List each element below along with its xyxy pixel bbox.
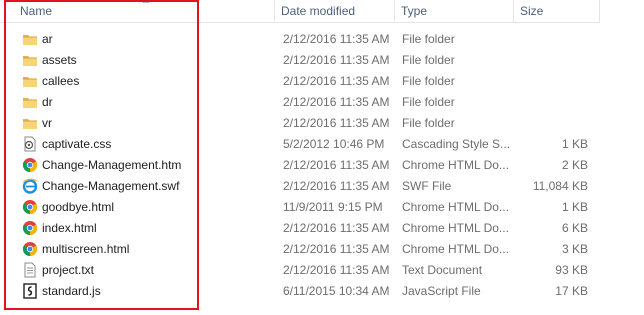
file-name: Change-Management.swf (42, 179, 180, 193)
folder-icon (22, 115, 38, 131)
file-date-modified: 2/12/2016 11:35 AM (283, 53, 390, 67)
file-name: standard.js (42, 284, 101, 298)
folder-icon (22, 52, 38, 68)
file-size (514, 71, 588, 92)
file-name: project.txt (42, 263, 95, 277)
file-type: Cascading Style S... (402, 137, 511, 151)
column-header-size[interactable]: Size (514, 0, 600, 22)
file-size (514, 113, 588, 134)
sort-up-arrow-icon (142, 0, 150, 3)
chrome-icon (22, 199, 38, 215)
file-date-modified: 2/12/2016 11:35 AM (283, 221, 390, 235)
file-size: 2 KB (561, 158, 588, 172)
file-date-modified: 2/12/2016 11:35 AM (283, 158, 390, 172)
file-date-modified: 5/2/2012 10:46 PM (283, 137, 385, 151)
column-header-size-label: Size (520, 4, 544, 18)
file-name: vr (42, 116, 52, 130)
file-type: Text Document (402, 263, 483, 277)
ie-icon (22, 178, 38, 194)
file-name: goodbye.html (42, 200, 115, 214)
js-file-icon (22, 283, 38, 299)
file-name: multiscreen.html (42, 242, 130, 256)
file-type: Chrome HTML Do... (402, 200, 509, 214)
file-row[interactable]: Change-Management.swf 2/12/2016 11:35 AM S… (0, 176, 600, 197)
file-date-modified: 2/12/2016 11:35 AM (283, 263, 390, 277)
file-type: Chrome HTML Do... (402, 242, 509, 256)
file-name: callees (42, 74, 80, 88)
file-size: 6 KB (561, 221, 588, 235)
file-row[interactable]: project.txt 2/12/2016 11:35 AM Text Docume… (0, 260, 600, 281)
file-type: Chrome HTML Do... (402, 221, 509, 235)
file-row[interactable]: standard.js 6/11/2015 10:34 AM JavaScript … (0, 281, 600, 302)
column-header-date-label: Date modified (281, 4, 356, 18)
file-type: File folder (402, 116, 455, 130)
file-date-modified: 2/12/2016 11:35 AM (283, 74, 390, 88)
file-name: captivate.css (42, 137, 112, 151)
file-name: assets (42, 53, 77, 67)
file-date-modified: 2/12/2016 11:35 AM (283, 242, 390, 256)
column-header-type[interactable]: Type (395, 0, 514, 22)
file-row[interactable]: index.html 2/12/2016 11:35 AM Chrome HTML … (0, 218, 600, 239)
chrome-icon (22, 220, 38, 236)
file-row[interactable]: captivate.css 5/2/2012 10:46 PM Cascading … (0, 134, 600, 155)
file-name: dr (42, 95, 53, 109)
file-type: JavaScript File (402, 284, 481, 298)
file-size (514, 29, 588, 50)
column-header-name-label: Name (20, 4, 53, 18)
file-date-modified: 2/12/2016 11:35 AM (283, 32, 390, 46)
file-date-modified: 2/12/2016 11:35 AM (283, 179, 390, 193)
file-row[interactable]: Change-Management.htm 2/12/2016 11:35 AM C… (0, 155, 600, 176)
column-header-bar: Name Date modified Type Size (0, 0, 600, 23)
file-row[interactable]: dr 2/12/2016 11:35 AM File folder (0, 92, 600, 113)
file-date-modified: 6/11/2015 10:34 AM (283, 284, 390, 298)
file-row[interactable]: ar 2/12/2016 11:35 AM File folder (0, 29, 600, 50)
file-row[interactable]: assets 2/12/2016 11:35 AM File folder (0, 50, 600, 71)
folder-icon (22, 73, 38, 89)
file-type: File folder (402, 74, 455, 88)
file-type: File folder (402, 53, 455, 67)
file-type: File folder (402, 95, 455, 109)
file-row[interactable]: goodbye.html 11/9/2011 9:15 PM Chrome HTML… (0, 197, 600, 218)
chrome-icon (22, 241, 38, 257)
folder-icon (22, 31, 38, 47)
file-size: 11,084 KB (532, 179, 588, 193)
file-size (514, 50, 588, 71)
file-name: Change-Management.htm (42, 158, 182, 172)
file-name: index.html (42, 221, 97, 235)
file-size (514, 92, 588, 113)
file-list: ar 2/12/2016 11:35 AM File folder assets 2/1… (0, 29, 600, 302)
file-type: Chrome HTML Do... (402, 158, 509, 172)
file-date-modified: 2/12/2016 11:35 AM (283, 116, 390, 130)
column-header-name[interactable]: Name (0, 0, 275, 22)
file-size: 1 KB (561, 200, 588, 214)
text-file-icon (22, 262, 38, 278)
file-size: 3 KB (561, 242, 588, 256)
file-size: 1 KB (561, 137, 588, 151)
file-date-modified: 2/12/2016 11:35 AM (283, 95, 390, 109)
file-date-modified: 11/9/2011 9:15 PM (283, 200, 383, 214)
file-row[interactable]: callees 2/12/2016 11:35 AM File folder (0, 71, 600, 92)
file-name: ar (42, 32, 53, 46)
file-row[interactable]: multiscreen.html 2/12/2016 11:35 AM Chrome… (0, 239, 600, 260)
file-size: 17 KB (555, 284, 588, 298)
column-header-date[interactable]: Date modified (275, 0, 395, 22)
chrome-icon (22, 157, 38, 173)
file-size: 93 KB (555, 263, 588, 277)
folder-icon (22, 94, 38, 110)
column-header-type-label: Type (401, 4, 428, 18)
css-file-icon (22, 136, 38, 152)
file-type: File folder (402, 32, 455, 46)
file-type: SWF File (402, 179, 452, 193)
file-row[interactable]: vr 2/12/2016 11:35 AM File folder (0, 113, 600, 134)
